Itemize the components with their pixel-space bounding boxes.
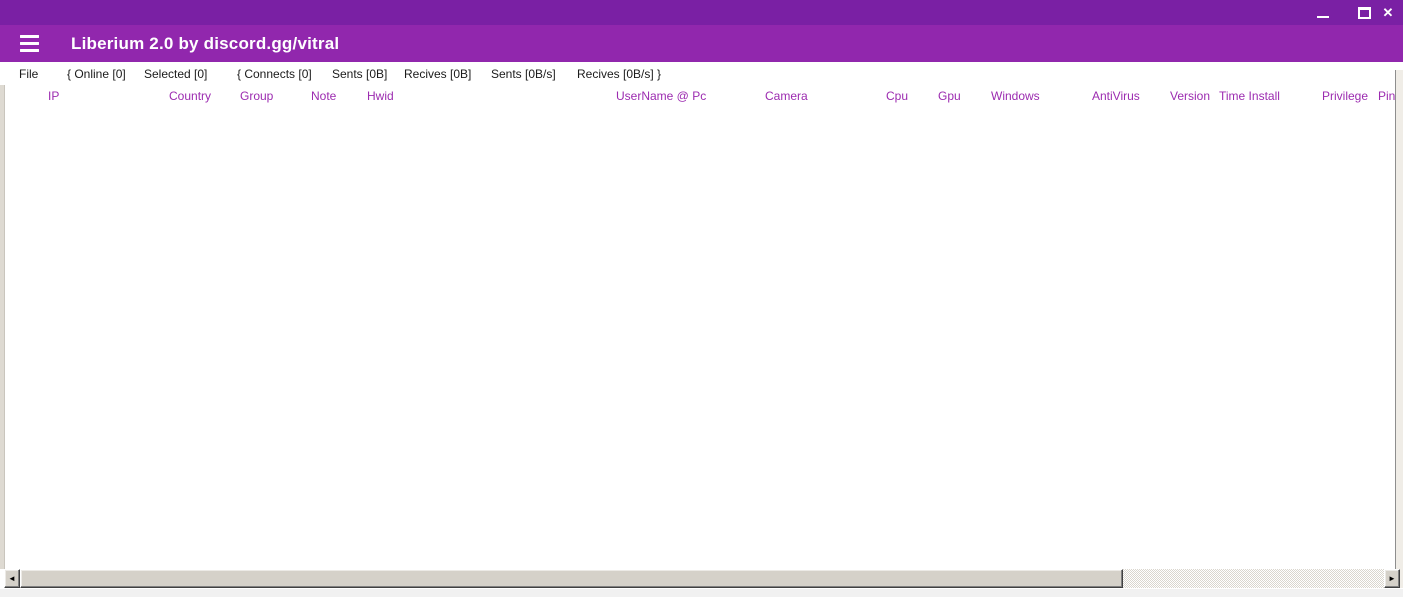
horizontal-scrollbar[interactable]: ◄ ► — [4, 569, 1400, 588]
minimize-button[interactable] — [1310, 0, 1336, 25]
stat-recives-total: Recives [0B] — [404, 62, 471, 86]
stat-connects: { Connects [0] — [237, 62, 312, 86]
titlebar: ✕ — [0, 0, 1403, 25]
app-title: Liberium 2.0 by discord.gg/vitral — [71, 25, 339, 62]
column-header-country[interactable]: Country — [169, 86, 211, 106]
app-header: Liberium 2.0 by discord.gg/vitral — [0, 25, 1403, 62]
scroll-left-icon: ◄ — [8, 575, 16, 583]
column-header-privilege[interactable]: Privilege — [1322, 86, 1368, 106]
scroll-right-icon: ► — [1388, 575, 1396, 583]
column-header-version[interactable]: Version — [1170, 86, 1210, 106]
minimize-icon — [1317, 16, 1329, 18]
window-bottom-border — [0, 588, 1403, 597]
column-header-group[interactable]: Group — [240, 86, 273, 106]
window-left-border — [0, 85, 5, 569]
column-header-ip[interactable]: IP — [48, 86, 59, 106]
stat-online: { Online [0] — [67, 62, 126, 86]
window-right-border — [1395, 70, 1403, 569]
stat-sents-rate: Sents [0B/s] — [491, 62, 556, 86]
maximize-button[interactable] — [1351, 0, 1377, 25]
column-header-hwid[interactable]: Hwid — [367, 86, 394, 106]
maximize-icon — [1358, 7, 1371, 19]
stat-selected: Selected [0] — [144, 62, 207, 86]
column-header-gpu[interactable]: Gpu — [938, 86, 961, 106]
column-header-time-install[interactable]: Time Install — [1219, 86, 1280, 106]
column-header-username-pc[interactable]: UserName @ Pc — [616, 86, 706, 106]
close-icon: ✕ — [1383, 0, 1394, 25]
column-header-antivirus[interactable]: AntiVirus — [1092, 86, 1140, 106]
column-header-cpu[interactable]: Cpu — [886, 86, 908, 106]
hamburger-menu-icon[interactable] — [20, 35, 39, 52]
stat-recives-rate: Recives [0B/s] } — [577, 62, 661, 86]
menu-item-file[interactable]: File — [19, 62, 38, 86]
menu-bar: File { Online [0] Selected [0] { Connect… — [0, 62, 1403, 86]
app-window: ✕ Liberium 2.0 by discord.gg/vitral File… — [0, 0, 1403, 597]
close-button[interactable]: ✕ — [1375, 0, 1401, 25]
client-list-empty — [4, 106, 1395, 569]
scroll-right-button[interactable]: ► — [1384, 569, 1400, 588]
column-header-windows[interactable]: Windows — [991, 86, 1040, 106]
table-header-row: IP Country Group Note Hwid UserName @ Pc… — [0, 86, 1403, 106]
stat-sents-total: Sents [0B] — [332, 62, 387, 86]
column-header-note[interactable]: Note — [311, 86, 336, 106]
column-header-camera[interactable]: Camera — [765, 86, 808, 106]
scroll-left-button[interactable]: ◄ — [4, 569, 20, 588]
scrollbar-thumb[interactable] — [20, 569, 1123, 588]
